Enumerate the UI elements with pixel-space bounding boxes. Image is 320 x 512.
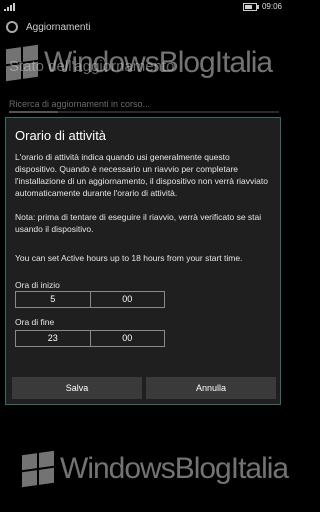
- status-time: 09:06: [261, 2, 282, 11]
- signal-icon: [4, 3, 15, 11]
- dialog-description: L'orario di attività indica quando usi g…: [15, 152, 268, 198]
- dialog-title: Orario di attività: [15, 128, 107, 143]
- gear-icon: [6, 21, 18, 33]
- end-time-label: Ora di fine: [15, 317, 55, 327]
- update-status-text: Ricerca di aggiornamenti in corso...: [9, 99, 151, 109]
- windows-logo-icon: [6, 44, 38, 82]
- dialog-hours-limit: You can set Active hours up to 18 hours …: [15, 253, 243, 263]
- windows-logo-icon: [22, 450, 54, 488]
- update-progress-bar: [9, 111, 279, 113]
- start-minute[interactable]: 00: [89, 292, 165, 307]
- end-minute[interactable]: 00: [89, 331, 165, 346]
- watermark-top: WindowsBlogItalia: [6, 44, 273, 82]
- end-hour[interactable]: 23: [16, 331, 90, 346]
- watermark-text: WindowsBlogItalia: [44, 46, 273, 79]
- start-time-label: Ora di inizio: [15, 280, 60, 290]
- app-title: Aggiornamenti: [26, 21, 91, 33]
- dialog-note: Nota: prima di tentare di eseguire il ri…: [15, 212, 262, 234]
- app-header: Aggiornamenti: [6, 17, 90, 37]
- end-time-picker[interactable]: 23 00: [15, 330, 165, 347]
- cancel-button[interactable]: Annulla: [146, 377, 276, 399]
- watermark-bottom: WindowsBlogItalia: [22, 450, 289, 488]
- battery-icon: [242, 2, 259, 11]
- save-button[interactable]: Salva: [12, 377, 142, 399]
- active-hours-dialog: Orario di attività L'orario di attività …: [5, 117, 281, 405]
- watermark-text: WindowsBlogItalia: [60, 452, 289, 485]
- start-hour[interactable]: 5: [16, 292, 90, 307]
- status-bar: 09:06: [0, 0, 288, 14]
- start-time-picker[interactable]: 5 00: [15, 291, 165, 308]
